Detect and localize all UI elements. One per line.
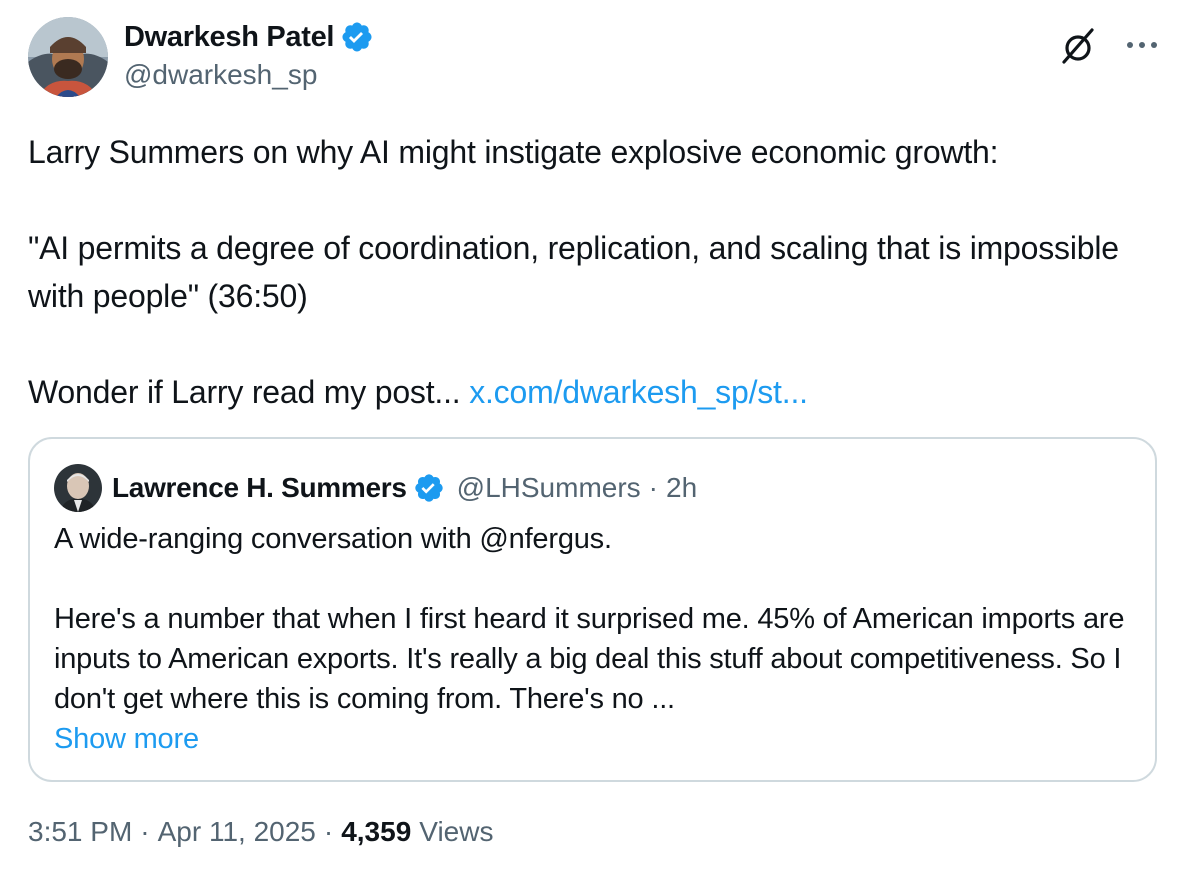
tweet-time[interactable]: 3:51 PM xyxy=(28,816,132,848)
quote-body: A wide-ranging conversation with @nfergu… xyxy=(54,519,1134,759)
quoted-tweet[interactable]: Lawrence H. Summers @LHSummers · 2h A wi… xyxy=(28,437,1157,782)
quote-author-handle[interactable]: @LHSummers xyxy=(457,472,641,504)
tweet-line-1: Larry Summers on why AI might instigate … xyxy=(28,134,999,170)
author-avatar[interactable] xyxy=(28,17,108,97)
quote-header: Lawrence H. Summers @LHSummers · 2h xyxy=(112,469,697,507)
tweet-line-3: Wonder if Larry read my post... x.com/dw… xyxy=(28,368,1168,416)
quote-verified-badge-icon[interactable] xyxy=(413,472,445,504)
quote-author-avatar[interactable] xyxy=(54,464,102,512)
grok-icon[interactable] xyxy=(1058,26,1098,66)
tweet-date[interactable]: Apr 11, 2025 xyxy=(158,816,316,848)
views-count: 4,359 xyxy=(341,816,412,847)
quote-author-name[interactable]: Lawrence H. Summers xyxy=(112,472,407,504)
show-more-link[interactable]: Show more xyxy=(54,719,199,759)
author-handle[interactable]: @dwarkesh_sp xyxy=(124,59,317,91)
author-name-row: Dwarkesh Patel xyxy=(124,18,374,56)
quote-paragraph-1: A wide-ranging conversation with @nfergu… xyxy=(54,523,612,555)
tweet-text: Larry Summers on why AI might instigate … xyxy=(28,128,1168,416)
tweet-line-2: "AI permits a degree of coordination, re… xyxy=(28,230,1119,314)
quote-timestamp[interactable]: 2h xyxy=(666,472,697,504)
author-name[interactable]: Dwarkesh Patel xyxy=(124,21,334,54)
verified-badge-icon[interactable] xyxy=(340,20,374,54)
quote-paragraph-2: Here's a number that when I first heard … xyxy=(54,603,1125,715)
tweet-meta: 3:51 PM · Apr 11, 2025 · 4,359 Views xyxy=(28,816,493,848)
tweet-card: Dwarkesh Patel @dwarkesh_sp Larry Summer… xyxy=(0,0,1196,888)
views-label: Views xyxy=(419,816,494,847)
tweet-link[interactable]: x.com/dwarkesh_sp/st... xyxy=(469,374,808,410)
meta-separator-2: · xyxy=(323,816,334,847)
meta-separator-1: · xyxy=(140,816,150,847)
tweet-line-3-text: Wonder if Larry read my post... xyxy=(28,374,470,410)
quote-separator: · xyxy=(648,472,658,503)
more-icon[interactable] xyxy=(1124,30,1160,60)
